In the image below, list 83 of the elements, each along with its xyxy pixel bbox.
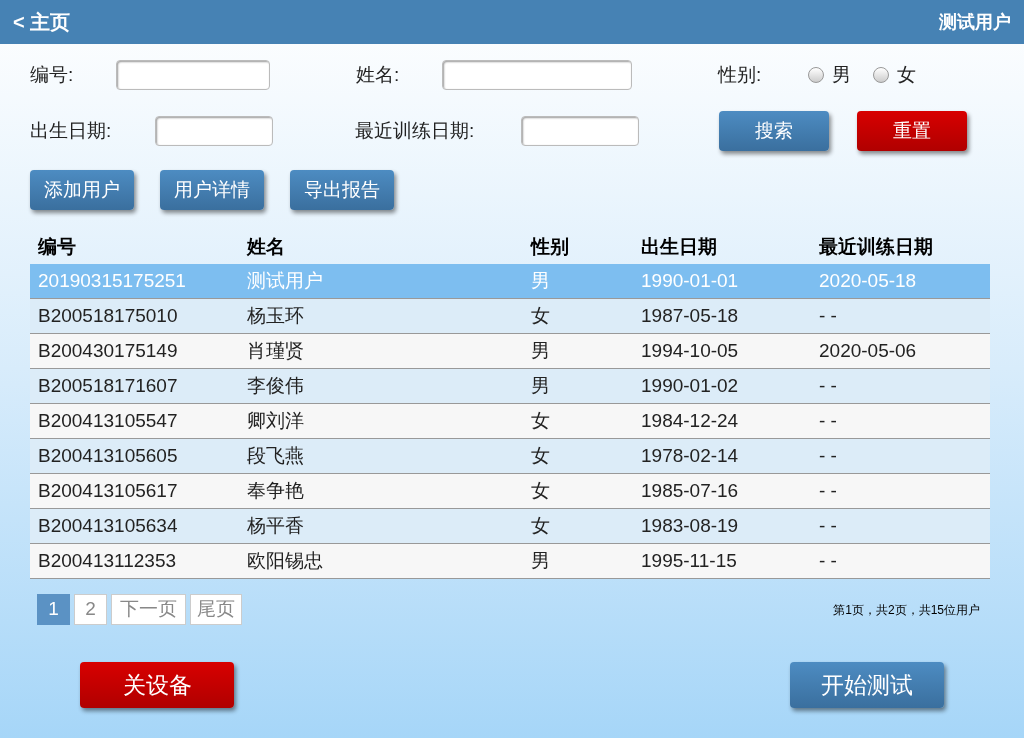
table-cell-text: B200413105547: [37, 408, 179, 433]
page-summary: 第1页，共2页，共15位用户: [833, 601, 980, 619]
table-cell-text: - -: [818, 478, 838, 503]
table-cell-text: 奉争艳: [246, 478, 305, 503]
table-cell-text: - -: [818, 408, 838, 433]
page-button[interactable]: 2: [74, 594, 107, 625]
table-cell-text: 1978-02-14: [640, 443, 740, 468]
table-cell-text: 1990-01-02: [640, 373, 740, 398]
input-field[interactable]: [442, 60, 632, 90]
input-field[interactable]: [155, 116, 273, 146]
next-page-button[interactable]: 下一页: [111, 594, 186, 625]
column-header: 出生日期: [640, 234, 718, 259]
table-row[interactable]: B200430175149 肖瑾贤 男 1994-10-05 2020-05-06: [30, 334, 990, 369]
table-cell-text: 女: [530, 303, 551, 328]
table-cell-text: B200430175149: [37, 338, 179, 363]
back-link[interactable]: < 主页: [13, 7, 71, 37]
last-page-button[interactable]: 尾页: [190, 594, 242, 625]
table-cell-text: 女: [530, 478, 551, 503]
table-cell-text: 1994-10-05: [640, 338, 740, 363]
gender-radio[interactable]: 男: [808, 60, 851, 90]
table-cell-text: 女: [530, 443, 551, 468]
column-header: 编号: [37, 234, 77, 259]
table-cell-text: 1985-07-16: [640, 478, 740, 503]
table-row[interactable]: B200413105634 杨平香 女 1983-08-19 - -: [30, 509, 990, 544]
table-cell-text: 1987-05-18: [640, 303, 740, 328]
table-cell-text: - -: [818, 303, 838, 328]
table-cell-text: B200413105634: [37, 513, 179, 538]
column-header: 最近训练日期: [818, 234, 934, 259]
table-cell-text: B200518175010: [37, 303, 179, 328]
column-header: 姓名: [245, 234, 286, 259]
table-cell-text: - -: [818, 373, 838, 398]
field-label: 编号:: [30, 62, 75, 87]
user-name: 测试用户: [939, 10, 1011, 34]
page-button[interactable]: 1: [37, 594, 70, 625]
table-cell-text: 女: [530, 513, 551, 538]
table-cell-text: 男: [530, 373, 551, 398]
search-button[interactable]: 搜索: [719, 111, 829, 151]
table-cell-text: 男: [530, 548, 551, 573]
table-cell-text: 1983-08-19: [640, 513, 740, 538]
power-off-button[interactable]: 关设备: [80, 662, 234, 708]
input-field[interactable]: [521, 116, 639, 146]
table-cell-text: - -: [818, 513, 838, 538]
table-cell-text: 1990-01-01: [640, 268, 740, 293]
table-cell-text: 李俊伟: [246, 373, 305, 398]
start-test-button[interactable]: 开始测试: [790, 662, 944, 708]
table-cell-text: B200518171607: [37, 373, 179, 398]
column-header: 性别: [529, 234, 570, 259]
field-label: 姓名:: [356, 62, 401, 87]
reset-button[interactable]: 重置: [857, 111, 967, 151]
table-cell-text: 女: [530, 408, 551, 433]
action-button[interactable]: 导出报告: [290, 170, 394, 210]
table-cell-text: 1995-11-15: [640, 548, 738, 573]
table-cell-text: 卿刘洋: [246, 408, 305, 433]
table-cell-text: 20190315175251: [37, 268, 187, 293]
table-row[interactable]: B200413112353 欧阳锡忠 男 1995-11-15 - -: [30, 544, 990, 579]
field-label: 最近训练日期:: [355, 118, 476, 143]
table-cell-text: 男: [530, 268, 551, 293]
table-cell-text: 2020-05-18: [818, 268, 918, 293]
table-cell-text: 杨平香: [246, 513, 305, 538]
table-cell-text: - -: [818, 548, 838, 573]
table-cell-text: 男: [530, 338, 551, 363]
action-button[interactable]: 添加用户: [30, 170, 134, 210]
table-cell-text: B200413105605: [37, 443, 179, 468]
gender-radio[interactable]: 女: [873, 60, 916, 90]
table-cell-text: 杨玉环: [246, 303, 305, 328]
table-cell-text: B200413105617: [37, 478, 179, 503]
table-cell-text: 1984-12-24: [640, 408, 740, 433]
table-cell-text: 肖瑾贤: [246, 338, 305, 363]
table-row[interactable]: B200413105617 奉争艳 女 1985-07-16 - -: [30, 474, 990, 509]
table-row[interactable]: B200413105547 卿刘洋 女 1984-12-24 - -: [30, 404, 990, 439]
input-field[interactable]: [116, 60, 270, 90]
table-cell-text: B200413112353: [37, 548, 178, 573]
table-row[interactable]: B200413105605 段飞燕 女 1978-02-14 - -: [30, 439, 990, 474]
table-cell-text: - -: [818, 443, 838, 468]
action-button[interactable]: 用户详情: [160, 170, 264, 210]
field-label: 性别:: [718, 62, 763, 87]
table-cell-text: 段飞燕: [246, 443, 305, 468]
table-row[interactable]: B200518171607 李俊伟 男 1990-01-02 - -: [30, 369, 990, 404]
table-cell-text: 2020-05-06: [818, 338, 918, 363]
table-row[interactable]: B200518175010 杨玉环 女 1987-05-18 - -: [30, 299, 990, 334]
table-cell-text: 测试用户: [246, 268, 324, 293]
table-cell-text: 欧阳锡忠: [246, 548, 324, 573]
field-label: 出生日期:: [30, 118, 113, 143]
